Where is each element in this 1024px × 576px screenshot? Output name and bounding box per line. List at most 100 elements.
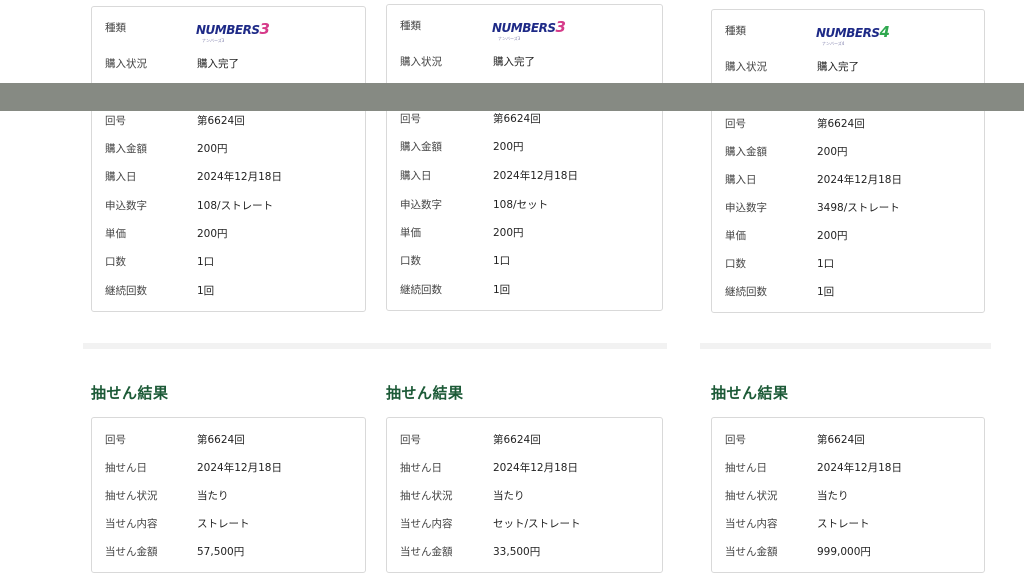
row-label: 回号 [725, 434, 746, 446]
row-label: 購入状況 [400, 56, 442, 68]
row-label: 単価 [725, 230, 746, 242]
purchase-row: 継続回数 1回 [400, 280, 652, 300]
type-label: 種類 [725, 25, 746, 37]
row-label: 当せん金額 [105, 546, 158, 558]
row-label: 抽せん状況 [105, 490, 158, 502]
purchase-row: 単価 200円 [105, 224, 355, 244]
row-value: 3498/ストレート [817, 202, 900, 214]
row-label: 購入状況 [725, 61, 767, 73]
purchase-row: 購入金額 200円 [105, 139, 355, 159]
row-label: 申込数字 [105, 200, 147, 212]
numbers4-logo: NUMBERS4 ナンバーズ4 [816, 25, 890, 47]
result-row: 回号 第6624回 [400, 430, 652, 450]
row-label: 購入日 [725, 174, 757, 186]
row-label: 回号 [400, 434, 421, 446]
row-value: 購入完了 [197, 58, 239, 70]
result-card: 回号 第6624回 抽せん日 2024年12月18日 抽せん状況 当たり 当せん内容 ストレー… [711, 417, 985, 573]
row-label: 購入金額 [725, 146, 767, 158]
result-row: 当せん金額 33,500円 [400, 542, 652, 562]
row-label: 継続回数 [105, 285, 147, 297]
row-label: 抽せん日 [400, 462, 442, 474]
purchase-row: 申込数字 108/セット [400, 195, 652, 215]
result-row: 抽せん日 2024年12月18日 [105, 458, 355, 478]
row-label: 当せん内容 [105, 518, 158, 530]
row-value: ストレート [817, 518, 870, 530]
row-label: 抽せん日 [105, 462, 147, 474]
row-label: 口数 [105, 256, 126, 268]
row-value: 108/ストレート [197, 200, 274, 212]
row-label: 申込数字 [400, 199, 442, 211]
purchase-row: 購入状況 購入完了 [105, 54, 355, 74]
result-row: 抽せん状況 当たり [725, 486, 974, 506]
row-value: 2024年12月18日 [197, 171, 282, 183]
row-value: 1回 [817, 286, 835, 298]
result-row: 抽せん日 2024年12月18日 [400, 458, 652, 478]
row-value: 当たり [493, 490, 525, 502]
section-divider [700, 343, 991, 349]
purchase-row: 単価 200円 [725, 226, 974, 246]
row-label: 継続回数 [400, 284, 442, 296]
row-value: 200円 [817, 230, 848, 242]
purchase-row: 口数 1口 [725, 254, 974, 274]
section-divider [378, 343, 667, 349]
row-value: 第6624回 [197, 434, 245, 446]
row-value: 1口 [817, 258, 835, 270]
purchase-row: 回号 第6624回 [725, 114, 974, 134]
row-label: 当せん内容 [725, 518, 778, 530]
result-section-title: 抽せん結果 [91, 384, 169, 402]
row-value: 108/セット [493, 199, 549, 211]
result-row: 当せん内容 ストレート [725, 514, 974, 534]
numbers3-logo: NUMBERS3 ナンバーズ3 [492, 18, 566, 42]
row-value: 200円 [493, 141, 524, 153]
row-label: 口数 [400, 255, 421, 267]
row-value: 2024年12月18日 [817, 462, 902, 474]
logo-digit: 3 [555, 18, 566, 36]
row-label: 口数 [725, 258, 746, 270]
row-value: 33,500円 [493, 546, 541, 558]
section-divider [83, 343, 378, 349]
row-label: 購入金額 [105, 143, 147, 155]
row-label: 当せん金額 [725, 546, 778, 558]
result-row: 抽せん日 2024年12月18日 [725, 458, 974, 478]
row-value: 1口 [493, 255, 511, 267]
row-label: 申込数字 [725, 202, 767, 214]
row-label: 抽せん日 [725, 462, 767, 474]
row-value: セット/ストレート [493, 518, 581, 530]
row-label: 単価 [105, 228, 126, 240]
purchase-row: 購入日 2024年12月18日 [400, 166, 652, 186]
purchase-row: 口数 1口 [105, 252, 355, 272]
overlay-bar [0, 83, 1024, 111]
purchase-row: 継続回数 1回 [725, 282, 974, 302]
purchase-row: 単価 200円 [400, 223, 652, 243]
row-value: 2024年12月18日 [197, 462, 282, 474]
result-section-title: 抽せん結果 [711, 384, 789, 402]
numbers3-logo: NUMBERS3 ナンバーズ3 [196, 22, 270, 44]
result-card: 回号 第6624回 抽せん日 2024年12月18日 抽せん状況 当たり 当せん内容 セット/… [386, 417, 663, 573]
row-value: 当たり [817, 490, 849, 502]
row-label: 購入状況 [105, 58, 147, 70]
purchase-card: 種類 NUMBERS3 ナンバーズ3 購入状況 購入完了 回号 第6624回 購入金額 200円… [386, 4, 663, 311]
logo-subtext: ナンバーズ3 [202, 38, 225, 43]
purchase-row: 申込数字 108/ストレート [105, 196, 355, 216]
row-value: 第6624回 [197, 115, 245, 127]
row-value: 200円 [493, 227, 524, 239]
purchase-row: 継続回数 1回 [105, 281, 355, 301]
purchase-row: 購入日 2024年12月18日 [105, 167, 355, 187]
row-value: 1回 [493, 284, 511, 296]
logo-subtext: ナンバーズ3 [498, 36, 521, 41]
result-section-title: 抽せん結果 [386, 384, 464, 402]
row-value: 1回 [197, 285, 215, 297]
row-value: 200円 [197, 143, 228, 155]
result-row: 当せん内容 ストレート [105, 514, 355, 534]
purchase-row: 購入日 2024年12月18日 [725, 170, 974, 190]
result-row: 当せん金額 999,000円 [725, 542, 974, 562]
purchase-row: 購入金額 200円 [400, 137, 652, 157]
result-row: 抽せん状況 当たり [400, 486, 652, 506]
row-label: 当せん金額 [400, 546, 453, 558]
purchase-card: 種類 NUMBERS3 ナンバーズ3 購入状況 購入完了 回号 第6624回 購入金額 200円… [91, 6, 366, 312]
purchase-row: 回号 第6624回 [400, 109, 652, 129]
row-label: 単価 [400, 227, 421, 239]
row-label: 継続回数 [725, 286, 767, 298]
row-value: 200円 [817, 146, 848, 158]
purchase-row: 購入金額 200円 [725, 142, 974, 162]
